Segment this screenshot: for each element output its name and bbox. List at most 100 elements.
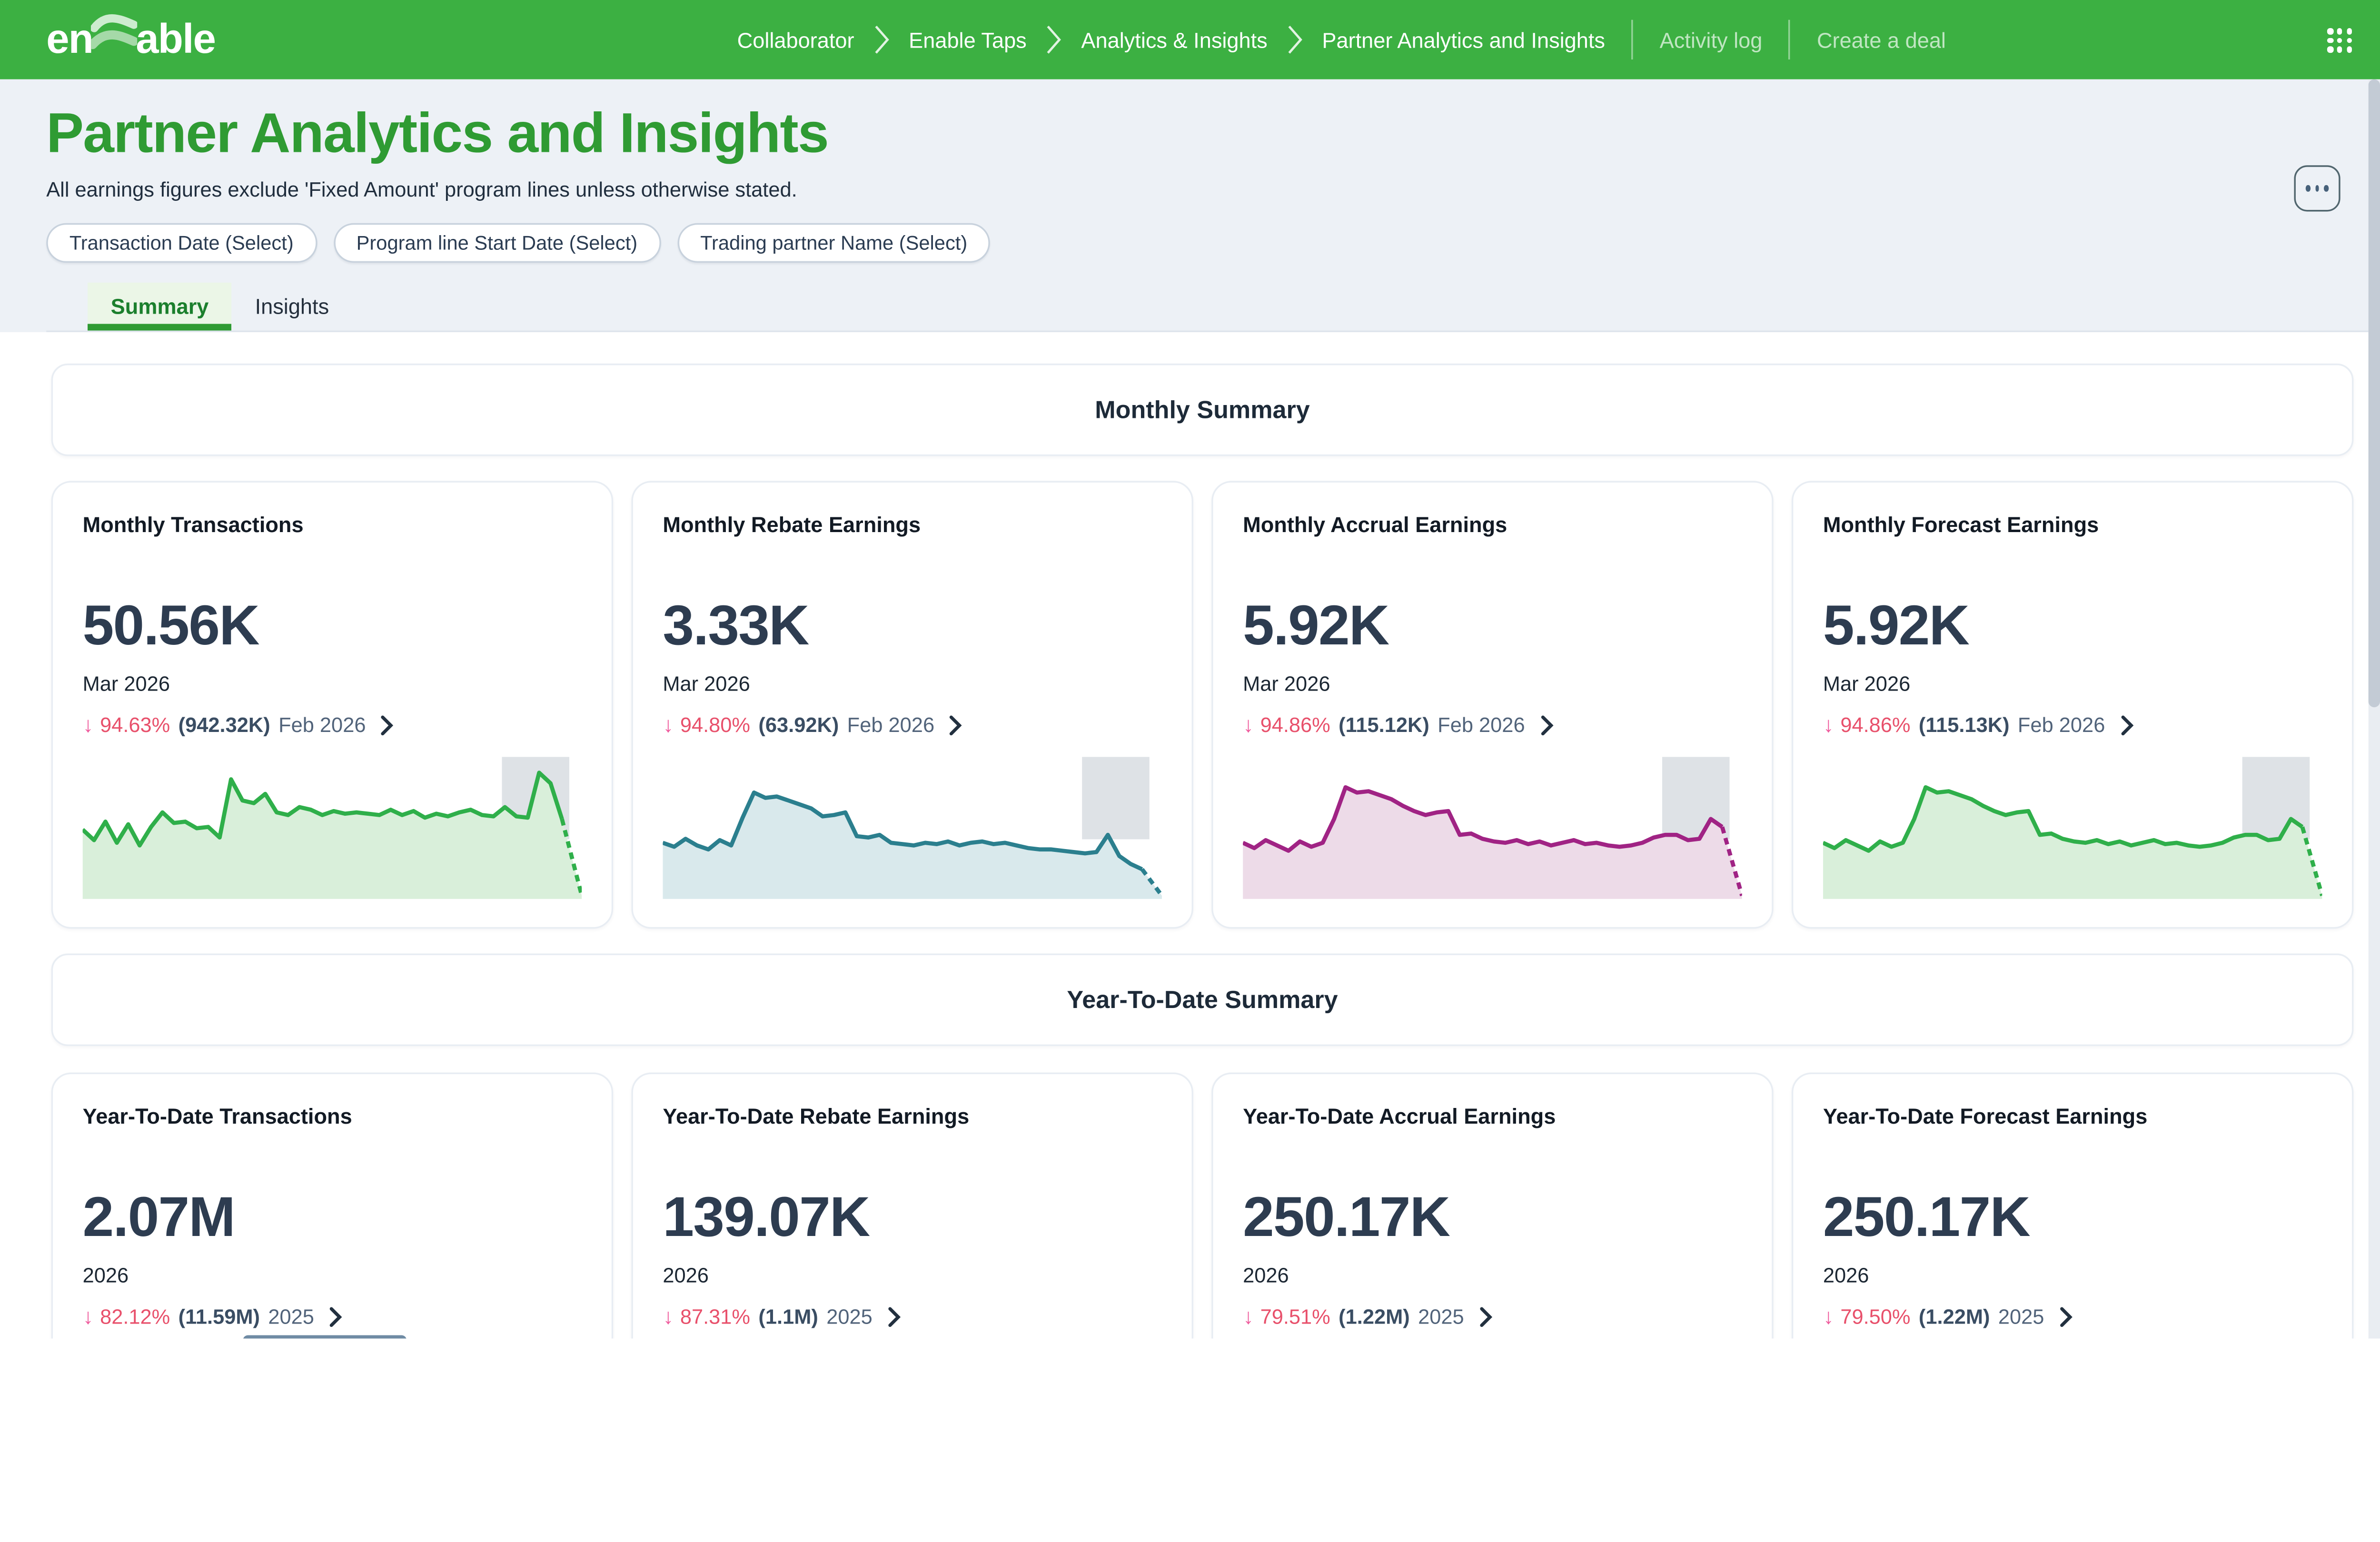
chevron-right-icon bbox=[2059, 1306, 2073, 1326]
create-a-deal-link[interactable]: Create a deal bbox=[1817, 27, 1946, 52]
down-arrow-icon: ↓ bbox=[1243, 1304, 1254, 1329]
delta-value: (1.22M) bbox=[1339, 1305, 1410, 1328]
card-title: Monthly Forecast Earnings bbox=[1823, 512, 2322, 537]
ellipsis-icon bbox=[2324, 185, 2329, 192]
card-title: Year-To-Date Transactions bbox=[83, 1104, 582, 1128]
monthly-transactions-card: Monthly Transactions 50.56K Mar 2026 ↓ 9… bbox=[51, 481, 614, 929]
down-arrow-icon: ↓ bbox=[663, 1304, 674, 1329]
delta-percent: 94.86% bbox=[1840, 713, 1910, 736]
more-options-button[interactable] bbox=[2294, 165, 2340, 211]
activity-log-link[interactable]: Activity log bbox=[1660, 27, 1763, 52]
metric-value: 3.33K bbox=[663, 593, 1162, 660]
logo-text-left: en bbox=[46, 16, 93, 64]
ytd-rebate-earnings-card: Year-To-Date Rebate Earnings 139.07K 202… bbox=[631, 1072, 1193, 1338]
enable-logo[interactable]: en able bbox=[46, 8, 215, 72]
delta-period: Feb 2026 bbox=[847, 713, 934, 736]
metric-period: Mar 2026 bbox=[83, 672, 582, 696]
partner-analytics-page: en able Collaborator Enable Taps Analyti… bbox=[0, 0, 2380, 1339]
delta-percent: 82.12% bbox=[100, 1305, 170, 1328]
comparison-link[interactable]: ↓ 79.51% (1.22M) 2025 bbox=[1243, 1304, 1742, 1329]
card-title: Monthly Rebate Earnings bbox=[663, 512, 1162, 537]
delta-percent: 94.80% bbox=[680, 713, 750, 736]
comparison-link[interactable]: ↓ 94.86% (115.13K) Feb 2026 bbox=[1823, 712, 2322, 737]
app-grid-icon[interactable] bbox=[2327, 28, 2352, 53]
comparison-link[interactable]: ↓ 79.50% (1.22M) 2025 bbox=[1823, 1304, 2322, 1329]
chevron-right-icon bbox=[329, 1306, 342, 1326]
metric-period: 2026 bbox=[663, 1264, 1162, 1287]
scrollbar-thumb[interactable] bbox=[2369, 79, 2380, 707]
metric-period: Mar 2026 bbox=[1823, 672, 2322, 696]
delta-period: 2025 bbox=[268, 1305, 314, 1328]
delta-percent: 87.31% bbox=[680, 1305, 750, 1328]
monthly-summary-header: Monthly Summary bbox=[51, 364, 2354, 456]
down-arrow-icon: ↓ bbox=[83, 1304, 94, 1329]
delta-value: (942.32K) bbox=[178, 713, 270, 736]
delta-period: Feb 2026 bbox=[2018, 713, 2105, 736]
delta-percent: 94.63% bbox=[100, 713, 170, 736]
chevron-right-icon bbox=[874, 25, 889, 55]
metric-value: 250.17K bbox=[1823, 1185, 2322, 1251]
card-title: Year-To-Date Rebate Earnings bbox=[663, 1104, 1162, 1128]
logo-wave-icon bbox=[91, 8, 138, 72]
page-subtitle: All earnings figures exclude 'Fixed Amou… bbox=[46, 178, 2380, 203]
chevron-right-icon bbox=[1479, 1306, 1492, 1326]
down-arrow-icon: ↓ bbox=[663, 712, 674, 737]
delta-period: 2025 bbox=[1998, 1305, 2044, 1328]
filter-transaction-date[interactable]: Transaction Date (Select) bbox=[46, 223, 317, 263]
ytd-cards-row: Year-To-Date Transactions 2.07M 2026 ↓ 8… bbox=[51, 1072, 2380, 1338]
filter-bar: Transaction Date (Select) Program line S… bbox=[46, 223, 2380, 263]
delta-value: (63.92K) bbox=[758, 713, 839, 736]
ellipsis-icon bbox=[2306, 185, 2310, 192]
delta-period: 2025 bbox=[826, 1305, 873, 1328]
metric-value: 250.17K bbox=[1243, 1185, 1742, 1251]
metric-period: 2026 bbox=[83, 1264, 582, 1287]
chevron-right-icon bbox=[2120, 715, 2133, 735]
comparison-link[interactable]: ↓ 82.12% (11.59M) 2025 bbox=[83, 1304, 582, 1329]
breadcrumb-enable-taps[interactable]: Enable Taps bbox=[909, 27, 1027, 52]
metric-value: 2.07M bbox=[83, 1185, 582, 1251]
down-arrow-icon: ↓ bbox=[1823, 1304, 1834, 1329]
down-arrow-icon: ↓ bbox=[1243, 712, 1254, 737]
comparison-link[interactable]: ↓ 87.31% (1.1M) 2025 bbox=[663, 1304, 1162, 1329]
comparison-link[interactable]: ↓ 94.86% (115.12K) Feb 2026 bbox=[1243, 712, 1742, 737]
logo-text-right: able bbox=[136, 16, 215, 64]
divider bbox=[1632, 20, 1633, 59]
delta-percent: 94.86% bbox=[1260, 713, 1330, 736]
comparison-link[interactable]: ↓ 94.80% (63.92K) Feb 2026 bbox=[663, 712, 1162, 737]
comparison-link[interactable]: ↓ 94.63% (942.32K) Feb 2026 bbox=[83, 712, 582, 737]
tab-summary[interactable]: Summary bbox=[88, 283, 232, 331]
sparkline-chart bbox=[83, 757, 582, 899]
tab-bar: Summary Insights bbox=[88, 283, 2380, 331]
delta-value: (11.59M) bbox=[178, 1305, 260, 1328]
delta-period: 2025 bbox=[1418, 1305, 1464, 1328]
breadcrumb-analytics-insights[interactable]: Analytics & Insights bbox=[1081, 27, 1267, 52]
chevron-right-icon bbox=[381, 715, 394, 735]
delta-value: (1.1M) bbox=[758, 1305, 818, 1328]
ytd-transactions-card: Year-To-Date Transactions 2.07M 2026 ↓ 8… bbox=[51, 1072, 614, 1338]
chevron-right-icon bbox=[1046, 25, 1061, 55]
tab-insights[interactable]: Insights bbox=[232, 283, 352, 331]
metric-period: 2026 bbox=[1243, 1264, 1742, 1287]
ytd-accrual-earnings-card: Year-To-Date Accrual Earnings 250.17K 20… bbox=[1211, 1072, 1774, 1338]
page-header: Partner Analytics and Insights All earni… bbox=[0, 79, 2380, 332]
breadcrumb: Collaborator Enable Taps Analytics & Ins… bbox=[737, 0, 1946, 79]
delta-value: (1.22M) bbox=[1919, 1305, 1990, 1328]
monthly-cards-row: Monthly Transactions 50.56K Mar 2026 ↓ 9… bbox=[51, 481, 2380, 929]
down-arrow-icon: ↓ bbox=[1823, 712, 1834, 737]
page-title: Partner Analytics and Insights bbox=[46, 102, 2380, 165]
filter-program-line-start-date[interactable]: Program line Start Date (Select) bbox=[333, 223, 661, 263]
card-title: Monthly Transactions bbox=[83, 512, 582, 537]
card-title: Monthly Accrual Earnings bbox=[1243, 512, 1742, 537]
top-navigation-bar: en able Collaborator Enable Taps Analyti… bbox=[0, 0, 2380, 79]
ytd-forecast-earnings-card: Year-To-Date Forecast Earnings 250.17K 2… bbox=[1792, 1072, 2354, 1338]
card-title: Year-To-Date Forecast Earnings bbox=[1823, 1104, 2322, 1128]
delta-percent: 79.50% bbox=[1840, 1305, 1910, 1328]
metric-value: 5.92K bbox=[1243, 593, 1742, 660]
metric-period: Mar 2026 bbox=[663, 672, 1162, 696]
delta-period: Feb 2026 bbox=[1438, 713, 1525, 736]
filter-trading-partner-name[interactable]: Trading partner Name (Select) bbox=[677, 223, 990, 263]
sparkline-chart bbox=[1243, 757, 1742, 899]
monthly-accrual-earnings-card: Monthly Accrual Earnings 5.92K Mar 2026 … bbox=[1211, 481, 1774, 929]
breadcrumb-collaborator[interactable]: Collaborator bbox=[737, 27, 854, 52]
divider bbox=[1789, 20, 1790, 59]
